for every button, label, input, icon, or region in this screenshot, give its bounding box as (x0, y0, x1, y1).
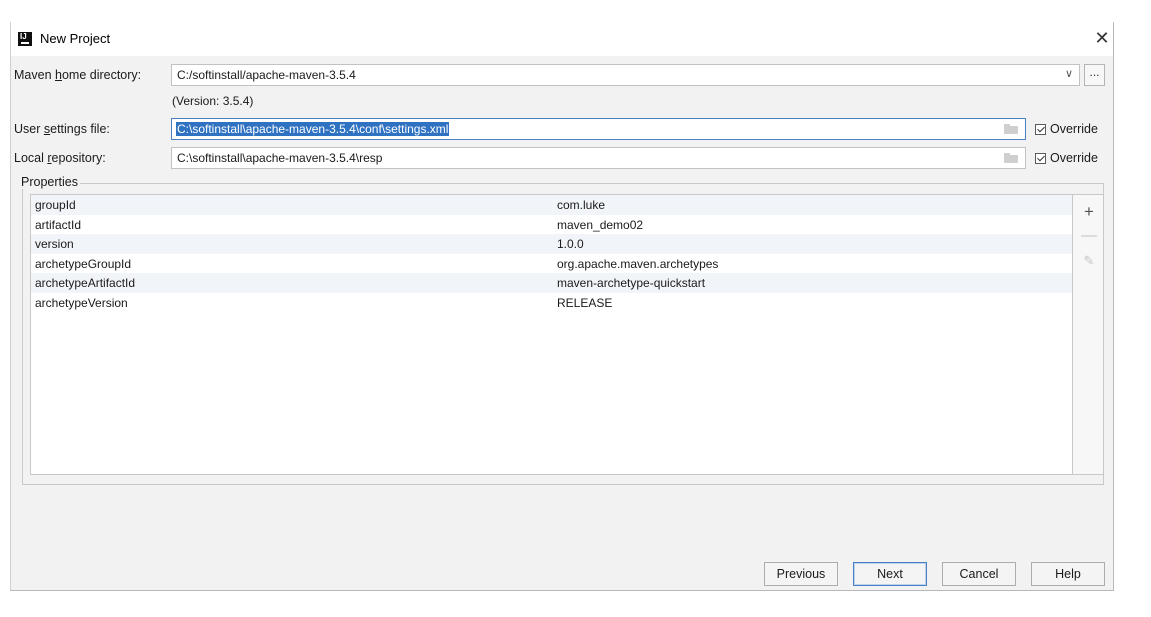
previous-button[interactable]: Previous (764, 562, 838, 586)
property-key: archetypeGroupId (35, 256, 132, 271)
user-settings-value: C:\softinstall\apache-maven-3.5.4\conf\s… (176, 122, 450, 136)
property-key: archetypeArtifactId (35, 276, 136, 291)
cancel-button[interactable]: Cancel (942, 562, 1016, 586)
user-settings-label-prefix: User (14, 122, 44, 136)
user-settings-label: User settings file: (14, 122, 110, 136)
browse-maven-home-button[interactable]: ... (1084, 64, 1105, 86)
user-settings-field[interactable]: C:\softinstall\apache-maven-3.5.4\conf\s… (171, 118, 1026, 140)
maven-version-text: (Version: 3.5.4) (172, 94, 254, 108)
maven-home-label-mnemonic: h (55, 68, 62, 82)
table-row[interactable]: archetypeArtifactId maven-archetype-quic… (31, 273, 1072, 293)
user-settings-label-suffix: ettings file: (50, 122, 110, 136)
maven-home-label-prefix: Maven (14, 68, 55, 82)
property-value: RELEASE (557, 296, 613, 310)
property-value: maven-archetype-quickstart (557, 276, 706, 291)
local-repository-label-suffix: epository: (51, 151, 106, 165)
property-key: version (35, 237, 74, 252)
table-row[interactable]: artifactId maven_demo02 (31, 215, 1072, 235)
maven-home-combobox[interactable]: C:/softinstall/apache-maven-3.5.4 ∨ (171, 64, 1080, 86)
table-row[interactable]: groupId com.luke (31, 195, 1072, 215)
table-row[interactable]: archetypeVersion RELEASE (31, 293, 1072, 313)
property-key: archetypeVersion (35, 296, 128, 310)
intellij-icon: IJ (18, 32, 32, 46)
table-row[interactable]: version 1.0.0 (31, 234, 1072, 254)
property-value: org.apache.maven.archetypes (557, 256, 719, 271)
local-repository-field[interactable]: C:\softinstall\apache-maven-3.5.4\resp (171, 147, 1026, 169)
local-repository-label: Local repository: (14, 151, 106, 165)
title-bar: IJ New Project ✕ (11, 22, 1113, 56)
edit-icon[interactable]: ✎ (1081, 253, 1097, 269)
maven-home-label-suffix: ome directory: (61, 68, 142, 82)
window-title: New Project (40, 31, 111, 46)
folder-icon-body (1004, 126, 1018, 134)
local-repository-label-prefix: Local (14, 151, 48, 165)
close-icon[interactable]: ✕ (1091, 26, 1113, 50)
folder-icon[interactable] (1004, 124, 1018, 134)
checkbox-checked-icon[interactable] (1035, 123, 1046, 135)
folder-icon-body (1004, 155, 1018, 163)
properties-toolbar: + — ✎ (1073, 194, 1104, 475)
chevron-down-icon[interactable]: ∨ (1065, 67, 1073, 80)
properties-title: Properties (19, 175, 80, 189)
next-button[interactable]: Next (853, 562, 927, 586)
table-row[interactable]: archetypeGroupId org.apache.maven.archet… (31, 254, 1072, 274)
remove-icon[interactable]: — (1081, 228, 1097, 244)
property-value: com.luke (557, 198, 606, 212)
add-icon[interactable]: + (1081, 203, 1097, 220)
property-key: groupId (35, 198, 76, 212)
local-repository-value: C:\softinstall\apache-maven-3.5.4\resp (177, 151, 383, 165)
property-value: 1.0.0 (557, 237, 584, 252)
user-settings-value-wrap: C:\softinstall\apache-maven-3.5.4\conf\s… (176, 122, 450, 136)
properties-table: groupId com.luke artifactId maven_demo02… (30, 194, 1073, 475)
folder-icon[interactable] (1004, 153, 1018, 163)
new-project-dialog: IJ New Project ✕ Maven home directory: C… (10, 22, 1114, 591)
maven-home-value: C:/softinstall/apache-maven-3.5.4 (177, 68, 356, 82)
override-label: Override (1050, 122, 1098, 136)
property-key: artifactId (35, 217, 82, 232)
maven-home-label: Maven home directory: (14, 68, 141, 82)
help-button[interactable]: Help (1031, 562, 1105, 586)
local-repository-override-checkbox[interactable]: Override (1035, 149, 1098, 167)
override-label: Override (1050, 151, 1098, 165)
property-value: maven_demo02 (557, 217, 644, 232)
checkbox-checked-icon[interactable] (1035, 152, 1046, 164)
user-settings-override-checkbox[interactable]: Override (1035, 120, 1098, 138)
